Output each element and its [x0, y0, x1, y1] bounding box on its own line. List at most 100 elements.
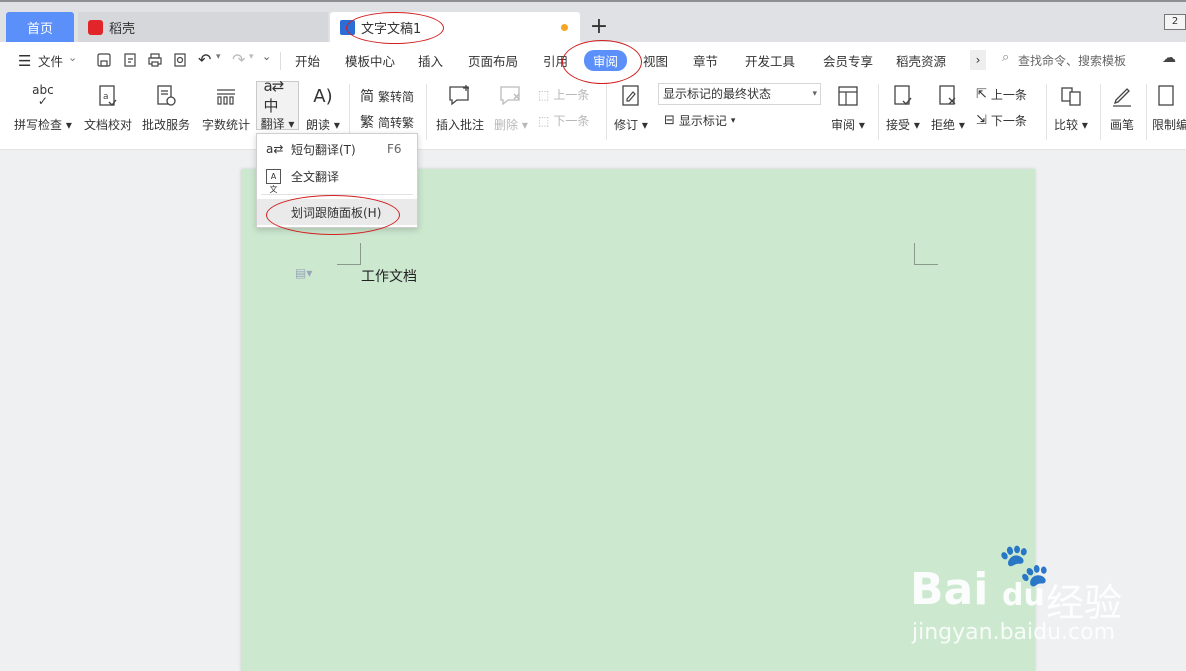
word-count-icon	[212, 82, 240, 110]
daoke-icon	[88, 20, 103, 35]
ribbon-separator	[878, 84, 879, 140]
menu-divider	[280, 52, 281, 70]
menu-developer[interactable]: 开发工具	[745, 51, 795, 70]
print-preview-icon[interactable]	[172, 52, 188, 68]
restrict-editing-button[interactable]: 限制编	[1152, 82, 1186, 133]
hamburger-icon[interactable]: ☰	[18, 52, 31, 70]
reject-button[interactable]: 拒绝 ▾	[931, 82, 965, 133]
previous-change-icon: ⇱	[976, 87, 987, 102]
search-icon: ⌕	[1002, 50, 1010, 65]
undo-dropdown-icon[interactable]: ▾	[216, 52, 221, 62]
svg-text:a: a	[103, 92, 109, 102]
menu-scroll-right-icon[interactable]: ›	[970, 50, 986, 70]
menu-insert[interactable]: 插入	[418, 51, 443, 70]
menu-daoke-resources[interactable]: 稻壳资源	[896, 51, 946, 70]
next-comment-icon: ⬚	[538, 113, 550, 128]
delete-comment-button[interactable]: 删除 ▾	[494, 82, 528, 133]
margin-corner-left	[337, 243, 361, 265]
menu-template-center[interactable]: 模板中心	[345, 51, 395, 70]
traditional-to-simplified-button[interactable]: 简繁转简	[360, 86, 414, 106]
export-icon[interactable]	[122, 52, 138, 68]
translate-button[interactable]: a⇄中 翻译 ▾	[256, 76, 299, 131]
show-markup-icon: ⊟	[664, 113, 675, 128]
traditional-simplified-icon: 简	[360, 89, 374, 105]
simplified-to-traditional-button[interactable]: 繁简转繁	[360, 112, 414, 132]
writer-doc-icon	[340, 20, 355, 35]
command-search-input[interactable]: 查找命令、搜索模板	[1018, 52, 1126, 69]
next-comment-button[interactable]: ⬚ 下一条	[538, 112, 589, 129]
menu-page-layout[interactable]: 页面布局	[468, 51, 518, 70]
sentence-translate-icon: a⇄	[266, 142, 284, 156]
chevron-down-icon[interactable]: ⌄	[68, 51, 77, 64]
document-proofread-button[interactable]: a 文档校对	[84, 82, 132, 133]
tab-document[interactable]: 文字文稿1	[330, 12, 580, 43]
cloud-sync-icon[interactable]: ☁	[1162, 50, 1176, 66]
margin-corner-right	[914, 243, 938, 265]
translate-dropdown-menu: a⇄ 短句翻译(T) F6 A文 全文翻译 划词跟随面板(H)	[256, 133, 418, 228]
menu-item-sentence-translate[interactable]: a⇄ 短句翻译(T) F6	[257, 136, 417, 162]
document-text[interactable]: 工作文档	[361, 266, 417, 286]
unsaved-dot-icon	[561, 24, 568, 31]
menu-item-selection-panel[interactable]: 划词跟随面板(H)	[257, 199, 417, 225]
previous-comment-button[interactable]: ⬚ 上一条	[538, 86, 589, 103]
ribbon-separator	[1146, 84, 1147, 140]
ribbon-separator	[349, 84, 350, 140]
batch-correction-button[interactable]: 批改服务	[142, 82, 190, 133]
menu-reference[interactable]: 引用	[543, 51, 568, 70]
ribbon-separator	[426, 84, 427, 140]
menu-bar: ☰ 文件 ⌄ ↶ ▾ ↷ ▾ ⌄ 开始 模板中心 插入 页面布局 引用 审阅 视…	[0, 42, 1186, 78]
delete-comment-icon	[497, 82, 525, 110]
proofread-icon: a	[94, 82, 122, 110]
translate-icon: a⇄中	[263, 76, 285, 115]
next-change-button[interactable]: ⇲ 下一条	[976, 112, 1027, 129]
accept-icon	[889, 82, 917, 110]
menu-divider	[261, 194, 413, 195]
read-aloud-button[interactable]: A) 朗读 ▾	[306, 82, 340, 133]
spell-check-button[interactable]: abc ✓ 拼写检查 ▾	[14, 82, 72, 133]
paragraph-handle-icon[interactable]: ▤▾	[295, 266, 312, 280]
menu-chapter[interactable]: 章节	[693, 51, 718, 70]
previous-comment-icon: ⬚	[538, 87, 550, 102]
menu-file[interactable]: 文件	[38, 51, 63, 70]
ribbon-separator	[1100, 84, 1101, 140]
ribbon-separator	[606, 84, 607, 140]
track-changes-icon	[617, 82, 645, 110]
compare-icon	[1057, 82, 1085, 110]
show-markup-button[interactable]: ⊟ 显示标记 ▾	[664, 112, 735, 129]
add-tab-button[interactable]: +	[588, 14, 610, 40]
undo-icon[interactable]: ↶	[198, 50, 211, 69]
word-count-button[interactable]: 字数统计	[202, 82, 250, 133]
print-icon[interactable]	[147, 52, 163, 68]
batch-correction-icon	[152, 82, 180, 110]
menu-item-full-translate[interactable]: A文 全文翻译	[257, 163, 417, 194]
window-count-button[interactable]: 2	[1164, 14, 1186, 30]
tab-home[interactable]: 首页	[6, 12, 74, 43]
reject-icon	[934, 82, 962, 110]
customize-dropdown-icon[interactable]: ⌄	[262, 50, 271, 63]
previous-change-button[interactable]: ⇱ 上一条	[976, 86, 1027, 103]
chevron-down-icon: ▾	[812, 89, 817, 99]
menu-review[interactable]: 审阅	[584, 50, 628, 71]
redo-icon[interactable]: ↷	[232, 50, 245, 69]
read-aloud-icon: A)	[313, 85, 333, 107]
simplified-traditional-icon: 繁	[360, 115, 374, 131]
menu-start[interactable]: 开始	[295, 51, 320, 70]
next-change-icon: ⇲	[976, 113, 987, 128]
tab-daoke[interactable]: 稻壳	[78, 12, 328, 43]
review-pane-button[interactable]: 审阅 ▾	[831, 82, 865, 133]
menu-view[interactable]: 视图	[643, 51, 668, 70]
save-icon[interactable]	[96, 52, 112, 68]
pen-button[interactable]: 画笔	[1108, 82, 1136, 133]
menu-member[interactable]: 会员专享	[823, 51, 873, 70]
compare-button[interactable]: 比较 ▾	[1054, 82, 1088, 133]
tab-bar: 首页 稻壳 文字文稿1 + 2	[0, 0, 1186, 43]
markup-state-select[interactable]: 显示标记的最终状态 ▾	[658, 83, 821, 105]
pen-icon	[1108, 82, 1136, 110]
track-changes-button[interactable]: 修订 ▾	[614, 82, 648, 133]
ribbon-separator	[1046, 84, 1047, 140]
baidu-watermark: 🐾 Bai du 经验 jingyan.baidu.com	[910, 540, 1123, 645]
insert-comment-button[interactable]: 插入批注	[436, 82, 484, 133]
spell-check-icon: abc ✓	[32, 83, 54, 108]
accept-button[interactable]: 接受 ▾	[886, 82, 920, 133]
redo-dropdown-icon[interactable]: ▾	[249, 52, 254, 62]
